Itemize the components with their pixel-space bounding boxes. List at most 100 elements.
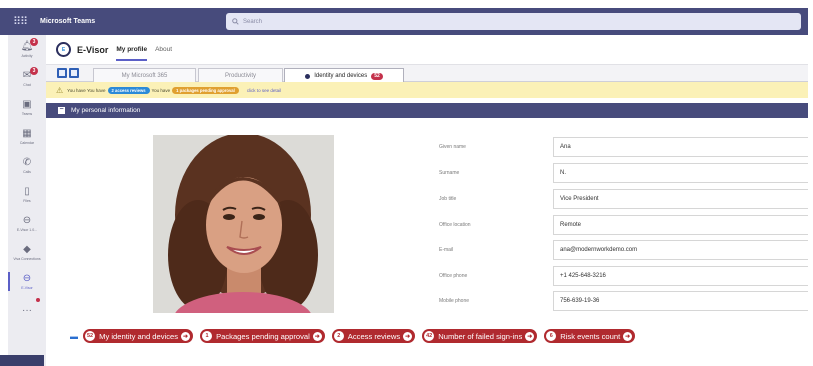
list-view-button[interactable] xyxy=(69,68,79,78)
given-name-field[interactable]: Ana xyxy=(553,137,808,157)
rail-item-teams[interactable]: ▣ Teams xyxy=(8,93,46,122)
chat-badge: 3 xyxy=(30,67,38,75)
summary-badges: ▬ 52 My identity and devices ➜ 1 Package… xyxy=(70,328,642,344)
tab-identity-and-devices[interactable]: Identity and devices 52 xyxy=(284,68,404,83)
rail-item-viva[interactable]: ◆ Viva Connections xyxy=(8,238,46,267)
failed-sign-ins-badge[interactable]: 42 Number of failed sign-ins ➜ xyxy=(422,329,538,343)
tab-label: Identity and devices xyxy=(314,73,368,79)
app-launcher-icon[interactable]: ⠿⠿ xyxy=(0,8,40,35)
identity-dot-icon xyxy=(305,73,311,79)
grid-view-button[interactable] xyxy=(57,68,67,78)
rail-label: Activity xyxy=(21,53,33,58)
rail-item-files[interactable]: ▯ Files xyxy=(8,180,46,209)
app-header: E E-Visor My profile About xyxy=(46,35,808,65)
rail-label: Files xyxy=(23,198,31,203)
office-location-field[interactable]: Remote xyxy=(553,215,808,235)
search-input[interactable]: Search xyxy=(226,13,801,30)
packages-pending-pill[interactable]: 1 packages pending approval xyxy=(172,86,239,94)
profile-photo xyxy=(153,135,334,313)
access-reviews-badge[interactable]: 2 Access reviews ➜ xyxy=(331,329,416,343)
teams-icon: ▣ xyxy=(22,98,32,110)
badge-count: 1 xyxy=(202,331,213,341)
rail-label: Calls xyxy=(23,169,31,174)
mobile-phone-label: Mobile phone xyxy=(439,298,470,304)
title-bar: ⠿⠿ Microsoft Teams Search xyxy=(0,8,808,35)
office-phone-field[interactable]: +1 425-648-3216 xyxy=(553,266,808,286)
teams-window: ⠿⠿ Microsoft Teams Search 🔔︎ 3 Activity … xyxy=(0,0,813,366)
warning-icon: ⚠ xyxy=(56,85,64,95)
activity-badge: 3 xyxy=(30,38,38,46)
app-title: E-Visor xyxy=(77,44,109,55)
badge-count: 42 xyxy=(424,331,435,341)
viva-icon: ◆ xyxy=(23,243,31,255)
badge-label: Packages pending approval xyxy=(216,331,310,341)
section-title: My personal information xyxy=(71,107,141,114)
email-label: E-mail xyxy=(439,247,454,253)
page-tab-strip: My Microsoft 365 Productivity Identity a… xyxy=(46,65,808,83)
section-header[interactable]: − My personal information xyxy=(46,103,808,118)
open-link-icon: ➜ xyxy=(312,331,322,341)
mobile-phone-field[interactable]: 756-639-19-36 xyxy=(553,291,808,311)
open-link-icon: ➜ xyxy=(525,331,535,341)
search-placeholder: Search xyxy=(243,18,263,25)
notice-text: You have You have xyxy=(67,87,106,93)
notification-dot xyxy=(36,298,40,302)
tab-productivity[interactable]: Productivity xyxy=(198,68,283,82)
rail-label: E-Visor 1.0... xyxy=(16,227,38,232)
rail-item-calendar[interactable]: ▦ Calendar xyxy=(8,122,46,151)
app-name: Microsoft Teams xyxy=(40,18,96,25)
phone-icon: ✆ xyxy=(22,156,32,168)
rail-item-chat[interactable]: ✉ 3 Chat xyxy=(8,64,46,93)
rail-item-calls[interactable]: ✆ Calls xyxy=(8,151,46,180)
office-phone-label: Office phone xyxy=(439,273,468,279)
rail-label: Teams xyxy=(21,111,33,116)
evisor-logo: E xyxy=(56,42,71,57)
surname-label: Surname xyxy=(439,170,460,176)
email-field[interactable]: ana@modernworkdemo.com xyxy=(553,240,808,260)
tab-my-microsoft-365[interactable]: My Microsoft 365 xyxy=(93,68,196,82)
notice-text: You have xyxy=(151,87,171,93)
search-icon xyxy=(232,18,239,25)
tab-about[interactable]: About xyxy=(155,35,172,65)
badge-label: Number of failed sign-ins xyxy=(438,331,523,341)
calendar-icon: ▦ xyxy=(22,127,32,139)
badge-label: My identity and devices xyxy=(99,331,179,341)
rail-item-activity[interactable]: 🔔︎ 3 Activity xyxy=(8,35,46,64)
badge-label: Risk events count xyxy=(560,331,621,341)
rail-label: Calendar xyxy=(19,140,35,145)
rail-item-evisor-app[interactable]: ⊖ E-Visor 1.0... xyxy=(8,209,46,238)
surname-field[interactable]: N. xyxy=(553,163,808,183)
more-apps-icon[interactable]: ··· xyxy=(8,305,46,316)
badge-count: 52 xyxy=(85,331,96,341)
evisor-icon: ⊖ xyxy=(22,272,32,284)
notice-bar: ⚠ You have You have 2 access reviews You… xyxy=(46,82,808,98)
given-name-label: Given name xyxy=(439,144,466,150)
left-rail: 🔔︎ 3 Activity ✉ 3 Chat ▣ Teams ▦ Calenda… xyxy=(8,35,46,366)
identity-devices-badge[interactable]: 52 My identity and devices ➜ xyxy=(83,329,194,343)
job-title-field[interactable]: Vice President xyxy=(553,189,808,209)
evisor-icon: ⊖ xyxy=(22,214,32,226)
tab-my-profile[interactable]: My profile xyxy=(116,35,147,65)
rail-label: Chat xyxy=(23,82,31,87)
risk-events-badge[interactable]: 6 Risk events count ➜ xyxy=(544,329,636,343)
rail-label: E-Visor xyxy=(21,285,33,290)
badge-count: 6 xyxy=(546,331,557,341)
job-title-label: Job title xyxy=(439,196,457,202)
access-reviews-pill[interactable]: 2 access reviews xyxy=(107,86,150,94)
badge-label: Access reviews xyxy=(347,331,401,341)
office-location-label: Office location xyxy=(439,222,471,228)
portrait-image xyxy=(153,135,334,313)
rail-item-evisor[interactable]: ⊖ E-Visor xyxy=(8,267,46,296)
packages-pending-badge[interactable]: 1 Packages pending approval ➜ xyxy=(200,329,325,343)
summary-icon: ▬ xyxy=(70,331,78,341)
open-link-icon: ➜ xyxy=(181,331,191,341)
identity-count-badge: 52 xyxy=(371,72,383,80)
taskbar-edge xyxy=(0,355,44,366)
collapse-icon[interactable]: − xyxy=(58,106,65,114)
see-detail-link[interactable]: click to see detail xyxy=(247,88,281,93)
rail-label: Viva Connections xyxy=(13,256,41,261)
open-link-icon: ➜ xyxy=(403,331,413,341)
file-icon: ▯ xyxy=(24,185,30,197)
open-link-icon: ➜ xyxy=(623,331,633,341)
badge-count: 2 xyxy=(333,331,344,341)
